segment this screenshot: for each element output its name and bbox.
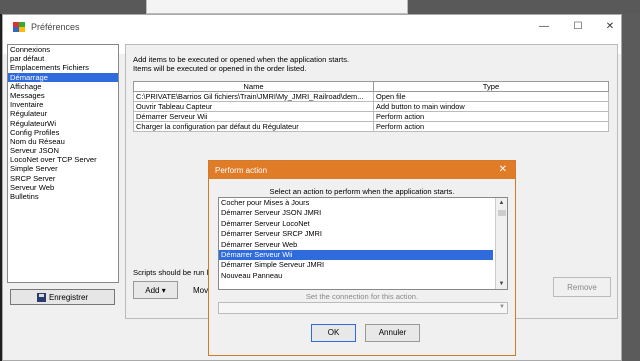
scripts-note: Scripts should be run li <box>133 268 210 277</box>
sidebar-item-par-defaut[interactable]: par défaut <box>8 54 118 63</box>
table-row[interactable]: Charger la configuration par défaut du R… <box>133 121 609 132</box>
add-button[interactable]: Add ▾ <box>133 281 178 299</box>
background-window <box>146 0 408 14</box>
connection-select[interactable]: ▼ <box>218 302 508 314</box>
minimize-icon[interactable]: — <box>527 15 561 39</box>
maximize-icon[interactable]: ☐ <box>561 15 595 39</box>
sidebar-item-serveur-json[interactable]: Serveur JSON <box>8 146 118 155</box>
scroll-down-icon[interactable]: ▼ <box>496 279 507 289</box>
dialog-close-icon[interactable]: ✕ <box>499 161 507 179</box>
sidebar-item-nom-du-reseau[interactable]: Nom du Réseau <box>8 137 118 146</box>
list-item[interactable]: Démarrer Serveur SRCP JMRI <box>219 229 493 239</box>
close-icon[interactable]: ✕ <box>593 15 627 39</box>
sidebar-item-bulletins[interactable]: Bulletins <box>8 192 118 201</box>
table-cell-type: Perform action <box>373 111 609 122</box>
preferences-category-list[interactable]: Connexions par défaut Emplacements Fichi… <box>7 44 119 283</box>
connection-label: Set the connection for this action. <box>305 292 419 301</box>
add-button-label: Add <box>145 286 160 295</box>
sidebar-item-messages[interactable]: Messages <box>8 91 118 100</box>
startup-info: Add items to be executed or opened when … <box>133 55 349 73</box>
column-header-type[interactable]: Type <box>373 81 609 92</box>
remove-button[interactable]: Remove <box>553 277 611 297</box>
column-header-name[interactable]: Name <box>133 81 374 92</box>
sidebar-item-serveur-web[interactable]: Serveur Web <box>8 183 118 192</box>
dialog-title: Perform action <box>215 165 268 175</box>
ok-button[interactable]: OK <box>311 324 356 342</box>
table-cell-name: C:\PRIVATE\Barrios Gil fichiers\Train\JM… <box>133 91 374 102</box>
table-row[interactable]: C:\PRIVATE\Barrios Gil fichiers\Train\JM… <box>133 91 609 102</box>
list-item[interactable]: Démarrer Serveur JSON JMRI <box>219 208 493 218</box>
table-row[interactable]: Ouvrir Tableau Capteur Add button to mai… <box>133 101 609 112</box>
list-item[interactable]: Cocher pour Mises à Jours <box>219 198 493 208</box>
sidebar-item-regulateurwi[interactable]: RégulateurWi <box>8 119 118 128</box>
window-title: Préférences <box>31 22 80 32</box>
cancel-button[interactable]: Annuler <box>365 324 420 342</box>
perform-action-dialog: Perform action ✕ Select an action to per… <box>208 160 516 356</box>
sidebar-item-srcp-server[interactable]: SRCP Server <box>8 174 118 183</box>
save-button-label: Enregistrer <box>48 292 89 302</box>
table-cell-type: Add button to main window <box>373 101 609 112</box>
scrollbar-thumb[interactable] <box>498 210 506 216</box>
table-cell-name: Ouvrir Tableau Capteur <box>133 101 374 112</box>
startup-items-table: Name Type C:\PRIVATE\Barrios Gil fichier… <box>133 81 609 132</box>
sidebar-item-regulateur[interactable]: Régulateur <box>8 109 118 118</box>
title-bar[interactable]: Préférences — ☐ ✕ <box>3 15 621 39</box>
dialog-title-bar[interactable]: Perform action ✕ <box>209 161 515 179</box>
table-cell-name: Charger la configuration par défaut du R… <box>133 121 374 132</box>
sidebar-item-connexions[interactable]: Connexions <box>8 45 118 54</box>
sidebar-item-loconet-tcp[interactable]: LocoNet over TCP Server <box>8 155 118 164</box>
info-line-2: Items will be executed or opened in the … <box>133 64 307 73</box>
sidebar-item-inventaire[interactable]: Inventaire <box>8 100 118 109</box>
list-item[interactable]: Démarrer Simple Serveur JMRI <box>219 260 493 270</box>
chevron-down-icon: ▾ <box>161 286 166 295</box>
sidebar-item-affichage[interactable]: Affichage <box>8 82 118 91</box>
list-item[interactable]: Démarrer Serveur Web <box>219 240 493 250</box>
save-button[interactable]: Enregistrer <box>10 289 115 305</box>
list-item-selected[interactable]: Démarrer Serveur Wii <box>219 249 493 261</box>
vertical-scrollbar[interactable]: ▲ ▼ <box>495 198 507 289</box>
chevron-down-icon: ▼ <box>499 304 505 310</box>
sidebar-item-demarrage[interactable]: Démarrage <box>8 72 118 82</box>
sidebar-item-emplacements-fichiers[interactable]: Emplacements Fichiers <box>8 63 118 72</box>
scroll-up-icon[interactable]: ▲ <box>496 198 507 208</box>
sidebar-item-config-profiles[interactable]: Config Profiles <box>8 128 118 137</box>
action-list[interactable]: Cocher pour Mises à Jours Démarrer Serve… <box>218 197 508 290</box>
table-cell-name: Démarrer Serveur Wii <box>133 111 374 122</box>
sidebar-item-simple-server[interactable]: Simple Server <box>8 164 118 173</box>
table-cell-type: Perform action <box>373 121 609 132</box>
list-item[interactable]: Démarrer Serveur LocoNet <box>219 219 493 229</box>
table-row[interactable]: Démarrer Serveur Wii Perform action <box>133 111 609 122</box>
dialog-prompt: Select an action to perform when the app… <box>269 187 455 196</box>
table-cell-type: Open file <box>373 91 609 102</box>
info-line-1: Add items to be executed or opened when … <box>133 55 350 64</box>
jmri-app-icon <box>13 21 25 33</box>
list-item[interactable]: Nouveau Panneau <box>219 271 493 281</box>
floppy-disk-icon <box>36 292 46 302</box>
